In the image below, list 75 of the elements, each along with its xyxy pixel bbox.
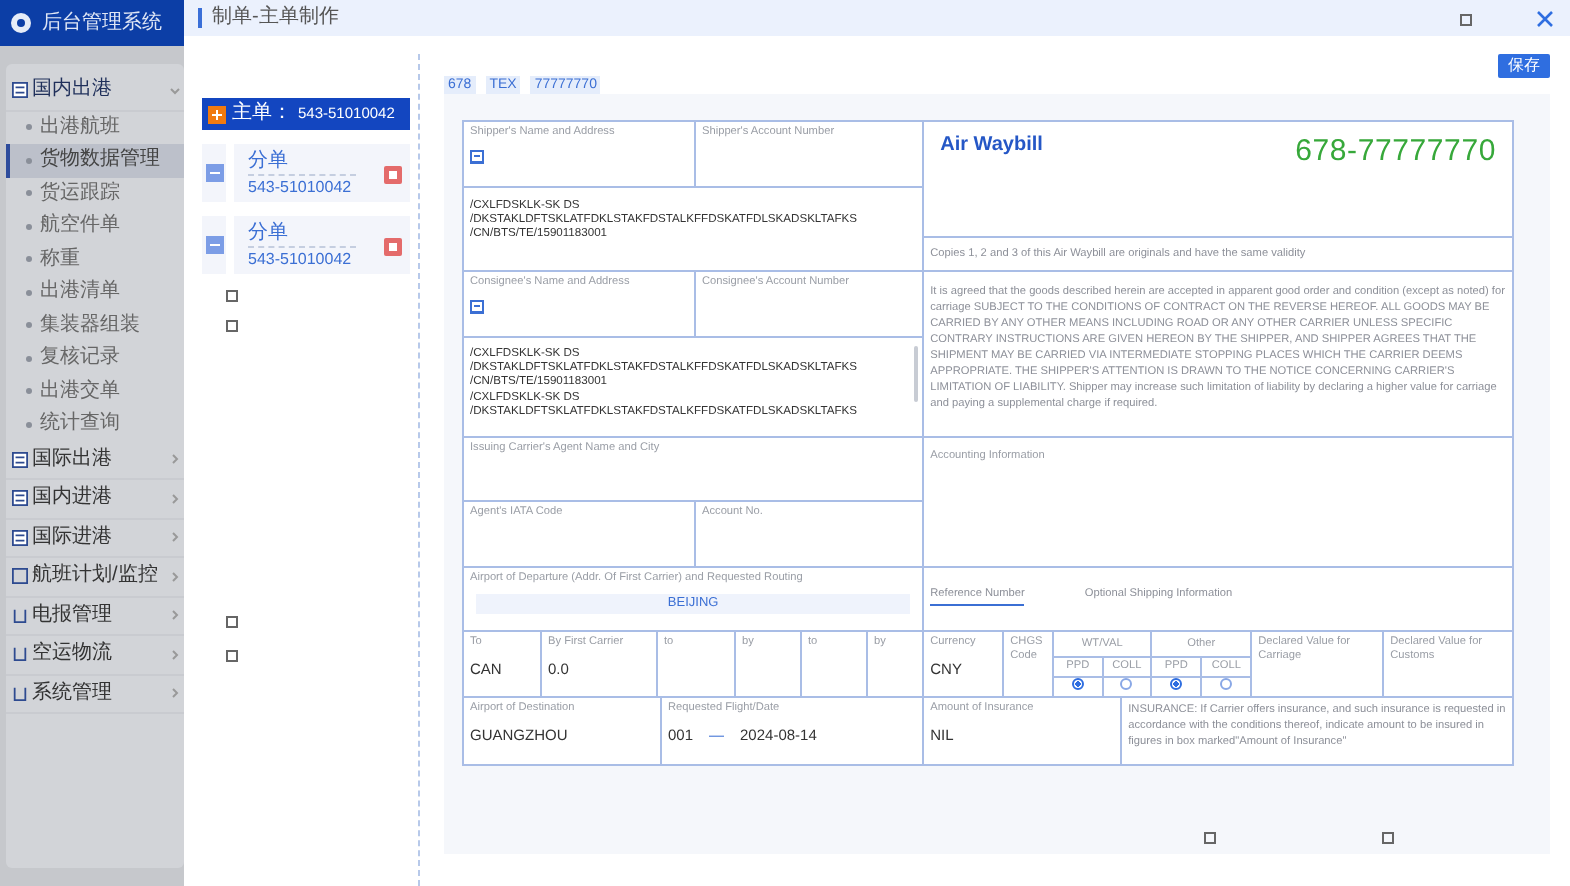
dashed-square-icon — [226, 616, 238, 628]
dashed-square-icon — [226, 290, 238, 302]
menu-icon — [12, 82, 28, 99]
menu-item[interactable]: 系统管理 — [6, 675, 184, 714]
master-label: 主单： — [232, 102, 292, 126]
submenu-item[interactable]: 称重 — [6, 243, 184, 276]
form-title: Air Waybill — [940, 132, 1043, 160]
house-bill-card[interactable]: 分单 543-51010042 — [234, 144, 410, 202]
submenu-item[interactable]: 出港航班 — [6, 111, 184, 144]
dashed-square-icon — [1204, 832, 1216, 844]
app-title: 后台管理系统 — [42, 9, 162, 38]
dashed-square-icon — [1382, 832, 1394, 844]
collapse-button[interactable] — [202, 144, 226, 202]
menu-item[interactable]: 国内出港 — [6, 72, 184, 111]
submenu-item[interactable]: 航空件单 — [6, 210, 184, 243]
menu-label: 空运物流 — [32, 642, 114, 667]
radio-button[interactable] — [1170, 678, 1183, 690]
chevron-icon — [170, 532, 180, 543]
chevron-icon — [170, 454, 180, 465]
radio-button[interactable] — [1220, 678, 1233, 690]
plus-icon — [208, 105, 226, 123]
menu-item[interactable]: 电报管理 — [6, 597, 184, 636]
menu-item[interactable]: 航班计划/监控 — [6, 558, 184, 597]
submenu-item[interactable]: 出港清单 — [6, 276, 184, 309]
menu-item[interactable]: 国际出港 — [6, 441, 184, 480]
house-bill-label: 分单 — [248, 150, 356, 176]
submenu-item[interactable]: 货运跟踪 — [6, 177, 184, 210]
waybill-number: 678-77777770 — [1295, 132, 1496, 172]
submenu-item[interactable]: 统计查询 — [6, 408, 184, 441]
minus-icon — [205, 236, 223, 254]
minus-icon — [205, 164, 223, 182]
dashed-square-icon — [1460, 14, 1472, 26]
dashed-square-icon — [226, 320, 238, 332]
menu-label: 国内进港 — [32, 486, 114, 511]
submenu-item[interactable]: 出港交单 — [6, 375, 184, 408]
menu-icon — [12, 490, 28, 507]
submenu-item[interactable]: 集装器组装 — [6, 309, 184, 342]
chevron-icon — [170, 571, 180, 582]
menu-icon — [12, 568, 28, 585]
menu-label: 航班计划/监控 — [32, 564, 160, 589]
menu-item[interactable]: 国际进港 — [6, 519, 184, 558]
menu-icon — [12, 451, 28, 468]
menu-item[interactable]: 空运物流 — [6, 636, 184, 675]
menu-label: 国际进港 — [32, 525, 114, 550]
close-icon[interactable] — [1536, 9, 1554, 27]
house-bill-number: 543-51010042 — [248, 248, 354, 272]
logo-icon — [10, 12, 32, 34]
delete-icon[interactable] — [384, 238, 402, 256]
menu-icon — [12, 646, 28, 663]
dashed-square-icon — [226, 650, 238, 662]
menu-label: 国内出港 — [32, 78, 114, 103]
menu-label: 电报管理 — [32, 603, 114, 628]
radio-button[interactable] — [1120, 678, 1133, 690]
chevron-icon — [170, 688, 180, 699]
save-button[interactable]: 保存 — [1498, 54, 1550, 78]
radio-button[interactable] — [1071, 678, 1084, 690]
menu-label: 国际出港 — [32, 447, 114, 472]
house-bill-card[interactable]: 分单 543-51010042 — [234, 216, 410, 274]
menu-icon — [12, 607, 28, 624]
collapse-button[interactable] — [202, 216, 226, 274]
chevron-icon — [170, 493, 180, 504]
scrollbar-thumb[interactable] — [914, 346, 919, 402]
menu-label: 系统管理 — [32, 681, 114, 706]
submenu-item[interactable]: 货物数据管理 — [6, 144, 184, 177]
dialog-title: 制单-主单制作 — [198, 8, 1536, 28]
menu-icon — [12, 529, 28, 546]
house-bill-label: 分单 — [248, 222, 356, 248]
menu-item[interactable]: 国内进港 — [6, 480, 184, 519]
menu-icon — [12, 685, 28, 702]
chevron-icon — [170, 649, 180, 660]
chevron-icon — [170, 85, 180, 96]
delete-icon[interactable] — [384, 166, 402, 184]
chevron-icon — [170, 610, 180, 621]
submenu-item[interactable]: 复核记录 — [6, 342, 184, 375]
house-bill-number: 543-51010042 — [248, 176, 354, 200]
